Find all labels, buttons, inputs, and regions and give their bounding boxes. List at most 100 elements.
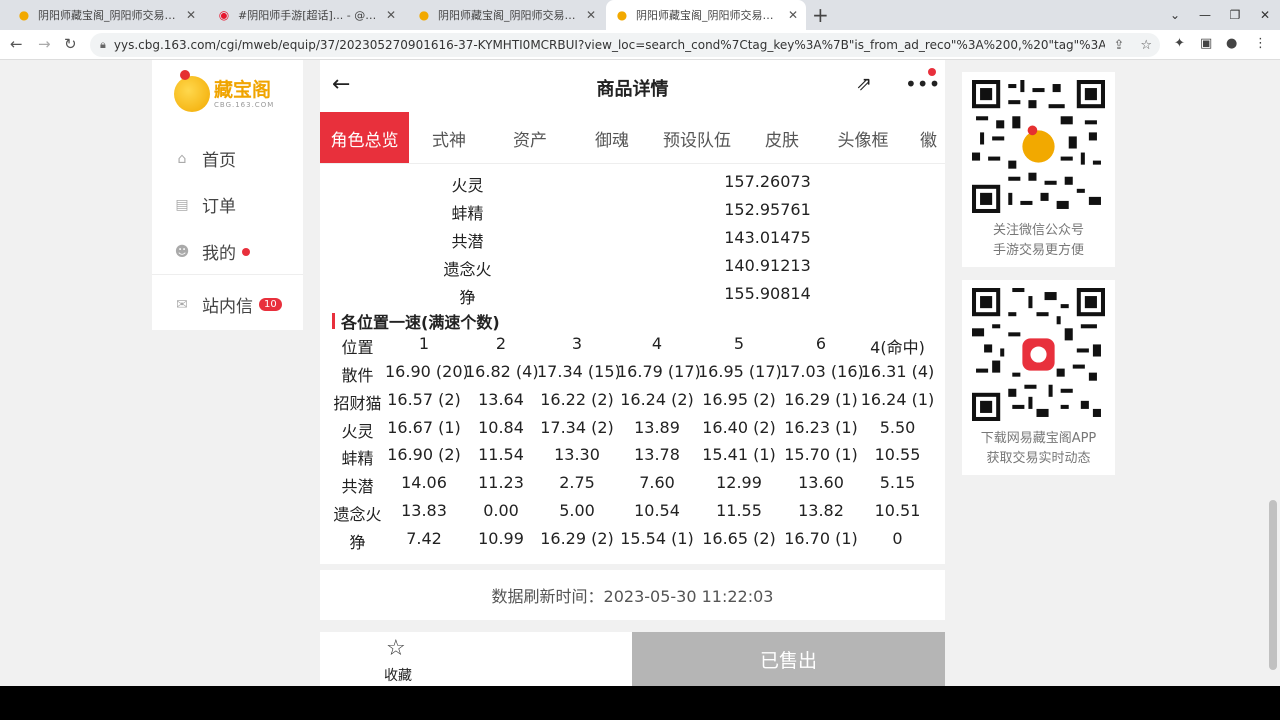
cbg-icon: ●: [18, 8, 30, 22]
grid-cell: 15.70 (1): [784, 445, 858, 465]
restore-icon[interactable]: ❐: [1220, 0, 1250, 30]
grid-cell: 10.84: [478, 417, 524, 437]
grid-cell: 15.41 (1): [702, 445, 776, 465]
grid-cell: 0.00: [483, 501, 519, 520]
sidebar-item-orders[interactable]: ▤ 订单: [174, 192, 236, 218]
grid-row-label: 遗念火: [333, 505, 382, 524]
forward-icon[interactable]: →: [38, 35, 51, 53]
tab-assets[interactable]: 资产: [489, 112, 571, 163]
divider: [152, 274, 303, 275]
grid-cell: 14.06: [401, 473, 447, 493]
grid-cell: 16.70 (1): [784, 528, 858, 548]
grid-cell: 11.23: [478, 473, 524, 493]
grid-row-label: 狰: [349, 532, 366, 552]
grid-cell: 16.29 (1): [784, 389, 858, 409]
grid-cell: 16.90 (20): [385, 362, 469, 381]
refresh-time: 数据刷新时间：2023-05-30 11:22:03: [320, 570, 945, 620]
grid-cell: 16.90 (2): [387, 445, 461, 465]
speed-name: 火灵: [451, 176, 484, 195]
tab-preset-team[interactable]: 预设队伍: [653, 112, 741, 163]
tab-skins[interactable]: 皮肤: [741, 112, 823, 163]
more-icon[interactable]: •••: [905, 72, 940, 96]
sidebar-item-mine[interactable]: ☻ 我的: [174, 239, 250, 264]
grid-header-cell: 2: [495, 334, 507, 353]
bookmark-star-icon[interactable]: ☆: [1140, 38, 1152, 53]
minimize-icon[interactable]: —: [1190, 0, 1220, 30]
cbg-icon: ●: [418, 8, 430, 22]
close-icon[interactable]: ✕: [186, 8, 196, 22]
browser-tab-active[interactable]: ● 阴阳师藏宝阁_阴阳师交易平台官 ✕: [606, 0, 806, 30]
grid-row-label: 共潜: [341, 477, 374, 497]
speed-value: 155.90814: [724, 284, 811, 303]
tab-overview[interactable]: 角色总览: [320, 112, 409, 163]
main-panel: ← 商品详情 ⇗ ••• 角色总览 式神 资产 御魂 预设队伍 皮肤 头像框 徽…: [320, 60, 945, 686]
detail-tabs: 角色总览 式神 资产 御魂 预设队伍 皮肤 头像框 徽: [320, 112, 945, 164]
page-header: ← 商品详情 ⇗ •••: [320, 60, 945, 112]
section-accent-bar: [332, 313, 335, 329]
speed-value: 157.26073: [724, 172, 811, 191]
page-scrollbar[interactable]: [1266, 60, 1280, 686]
url-field[interactable]: 🔒︎ yys.cbg.163.com/cgi/mweb/equip/37/202…: [90, 33, 1160, 57]
profile-icon[interactable]: ●: [1226, 36, 1237, 51]
grid-row-label: 散件: [341, 366, 374, 385]
sidebar-item-label: 站内信: [202, 297, 253, 317]
close-icon[interactable]: ✕: [788, 8, 798, 22]
grid-header-label: 位置: [341, 338, 374, 357]
grid-row-label: 蚌精: [341, 449, 374, 469]
favorite-button[interactable]: ☆ 收藏: [320, 632, 476, 686]
qr-caption-line2: 手游交易更方便: [992, 243, 1084, 258]
grid-cell: 5.50: [879, 417, 916, 437]
grid-cell: 16.95 (2): [702, 389, 776, 409]
grid-cell: 12.99: [716, 473, 762, 493]
overview-content: 火灵 157.26073 蚌精 152.95761 共潜 143.01475 遗…: [320, 164, 945, 564]
grid-cell: 17.03 (16): [780, 362, 864, 381]
close-icon[interactable]: ✕: [386, 8, 396, 22]
close-icon[interactable]: ✕: [586, 8, 596, 22]
tab-title: #阴阳师手游[超话]... - @阴阳师: [238, 9, 380, 22]
cbg-icon: ●: [616, 8, 628, 22]
mail-icon: ✉: [176, 296, 188, 313]
scrollbar-thumb[interactable]: [1269, 500, 1277, 670]
new-tab-button[interactable]: +: [812, 3, 829, 27]
tab-badge[interactable]: 徽: [920, 112, 945, 163]
grid-cell: 17.34 (15): [537, 362, 621, 381]
tab-mitama[interactable]: 御魂: [571, 112, 653, 163]
speed-value: 140.91213: [724, 256, 811, 275]
extensions-icon[interactable]: ✦: [1174, 36, 1185, 51]
grid-row: 招财猫 16.57 (2) 13.64 16.22 (2) 16.24 (2) 16.95…: [320, 390, 945, 418]
grid-cell: 16.29 (2): [540, 528, 614, 548]
home-icon: ⌂: [177, 150, 187, 167]
sidepanel-icon[interactable]: ▣: [1200, 36, 1212, 51]
speed-row: 火灵 157.26073: [320, 172, 945, 200]
grid-cell: 10.99: [478, 528, 524, 548]
sidebar-item-messages[interactable]: ✉ 站内信 10: [174, 292, 282, 317]
grid-cell: 16.67 (1): [387, 417, 461, 437]
menu-icon[interactable]: ⋮: [1254, 36, 1267, 51]
share-icon[interactable]: ⇪: [1113, 38, 1124, 53]
grid-cell: 16.24 (1): [860, 389, 935, 409]
browser-tab[interactable]: ● 阴阳师藏宝阁_阴阳师交易平台官 ✕: [408, 0, 604, 30]
notification-dot: [928, 68, 936, 76]
browser-tab[interactable]: ◉ #阴阳师手游[超话]... - @阴阳师 ✕: [208, 0, 404, 30]
grid-header-cell: 5: [733, 334, 745, 353]
taskbar: [0, 686, 1280, 720]
app-qr-icon: [972, 288, 1105, 421]
address-bar: ← → ↻ 🔒︎ yys.cbg.163.com/cgi/mweb/equip/…: [0, 30, 1280, 60]
tab-avatar-frame[interactable]: 头像框: [823, 112, 903, 163]
reload-icon[interactable]: ↻: [64, 35, 77, 53]
back-icon[interactable]: ←: [10, 35, 23, 53]
logo[interactable]: 藏宝阁 CBG.163.COM: [174, 70, 274, 112]
sidebar-item-home[interactable]: ⌂ 首页: [174, 146, 236, 172]
close-window-icon[interactable]: ✕: [1250, 0, 1280, 30]
url-text[interactable]: yys.cbg.163.com/cgi/mweb/equip/37/202305…: [114, 38, 1106, 52]
share-icon[interactable]: ⇗: [856, 73, 872, 95]
grid-cell: 11.54: [478, 445, 524, 465]
grid-cell: 13.64: [478, 389, 524, 409]
grid-header-cell: 4(命中): [870, 338, 925, 357]
grid-cell: 16.31 (4): [860, 362, 935, 381]
grid-cell: 5.15: [879, 473, 916, 493]
tab-shikigami[interactable]: 式神: [409, 112, 489, 163]
grid-cell: 7.60: [639, 473, 675, 493]
browser-tab[interactable]: ● 阴阳师藏宝阁_阴阳师交易平台官 ✕: [8, 0, 204, 30]
collapse-icon[interactable]: ⌄: [1160, 0, 1190, 30]
